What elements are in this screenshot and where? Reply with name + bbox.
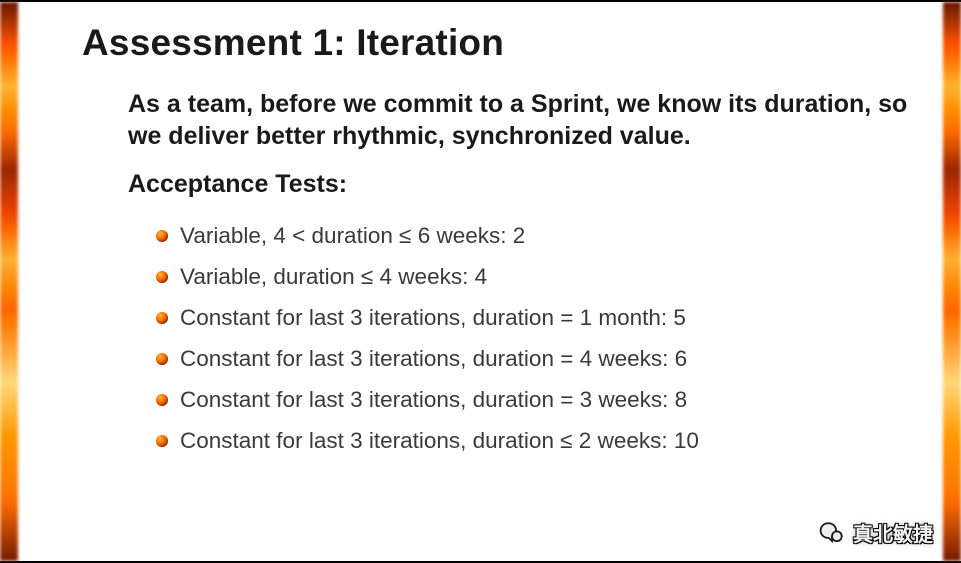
list-item-label: Constant for last 3 iterations, duration… (180, 305, 686, 330)
list-item: Constant for last 3 iterations, duration… (156, 297, 921, 338)
section-label: Acceptance Tests: (128, 170, 921, 199)
lead-text: As a team, before we commit to a Sprint,… (128, 88, 921, 152)
list-item-label: Constant for last 3 iterations, duration… (180, 387, 687, 412)
slide-body: As a team, before we commit to a Sprint,… (0, 64, 961, 461)
list-item-label: Constant for last 3 iterations, duration… (180, 428, 699, 453)
slide: Assessment 1: Iteration As a team, befor… (0, 0, 961, 563)
list-item: Constant for last 3 iterations, duration… (156, 379, 921, 420)
bullet-icon (156, 271, 168, 283)
list-item: Constant for last 3 iterations, duration… (156, 338, 921, 379)
bullet-icon (156, 230, 168, 242)
bullet-icon (156, 435, 168, 447)
bullet-icon (156, 312, 168, 324)
list-item: Variable, duration ≤ 4 weeks: 4 (156, 256, 921, 297)
slide-title: Assessment 1: Iteration (0, 2, 961, 64)
slide-content: Assessment 1: Iteration As a team, befor… (0, 2, 961, 561)
acceptance-list: Variable, 4 < duration ≤ 6 weeks: 2 Vari… (128, 215, 921, 461)
bullet-icon (156, 353, 168, 365)
list-item: Variable, 4 < duration ≤ 6 weeks: 2 (156, 215, 921, 256)
list-item: Constant for last 3 iterations, duration… (156, 420, 921, 461)
bullet-icon (156, 394, 168, 406)
list-item-label: Variable, duration ≤ 4 weeks: 4 (180, 264, 487, 289)
list-item-label: Variable, 4 < duration ≤ 6 weeks: 2 (180, 223, 525, 248)
list-item-label: Constant for last 3 iterations, duration… (180, 346, 687, 371)
